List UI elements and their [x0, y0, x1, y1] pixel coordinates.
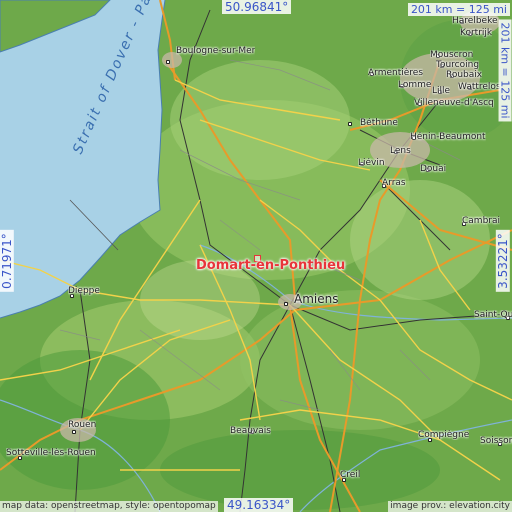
city-label: Arras — [382, 178, 406, 188]
city-label: Dieppe — [68, 286, 100, 296]
city-label: Villeneuve-d'Ascq — [414, 98, 494, 108]
city-dot — [166, 60, 170, 64]
city-label: Lille — [432, 86, 451, 96]
city-label: Soissons — [480, 436, 512, 446]
city-label: Liévin — [358, 158, 385, 168]
city-label: Compiègne — [418, 430, 470, 440]
city-label: Harelbeke — [452, 16, 498, 26]
city-dot — [72, 430, 76, 434]
city-dot — [284, 302, 288, 306]
city-label: Armentières — [368, 68, 424, 78]
city-label: Kortrijk — [460, 28, 493, 38]
coord-top: 50.96841° — [222, 0, 292, 14]
city-label: Boulogne-sur-Mer — [176, 46, 256, 56]
scale-horizontal: 201 km = 125 mi — [407, 3, 510, 16]
coord-bottom: 49.16334° — [224, 498, 294, 512]
city-label: Creil — [340, 470, 361, 480]
city-label: Lomme — [398, 80, 432, 90]
city-label: Béthune — [360, 118, 398, 128]
city-label: Lens — [390, 146, 411, 156]
city-label: Douai — [420, 164, 447, 174]
city-label: Saint-Quentin — [474, 310, 512, 320]
city-label: Wattrelos — [458, 82, 501, 92]
city-label: Mouscron — [430, 50, 474, 60]
credit-left: map data: openstreetmap, style: opentopo… — [0, 501, 218, 512]
city-label: Tourcoing — [436, 60, 480, 70]
coord-left: 0.71971° — [0, 230, 14, 292]
marker-label: Domart-en-Ponthieu — [196, 258, 346, 273]
city-label: Sotteville-lès-Rouen — [6, 448, 96, 458]
credit-right: image prov.: elevation.city — [388, 501, 512, 512]
city-label: Hénin-Beaumont — [410, 132, 486, 142]
scale-vertical: 201 km = 125 mi — [498, 19, 512, 122]
city-label: Cambrai — [462, 216, 500, 226]
city-label: Roubaix — [446, 70, 483, 80]
city-dot — [348, 122, 352, 126]
city-label: Amiens — [294, 292, 339, 306]
city-label: Beauvais — [230, 426, 271, 436]
city-label: Rouen — [68, 420, 97, 430]
coord-right: 3.53221° — [495, 230, 510, 292]
